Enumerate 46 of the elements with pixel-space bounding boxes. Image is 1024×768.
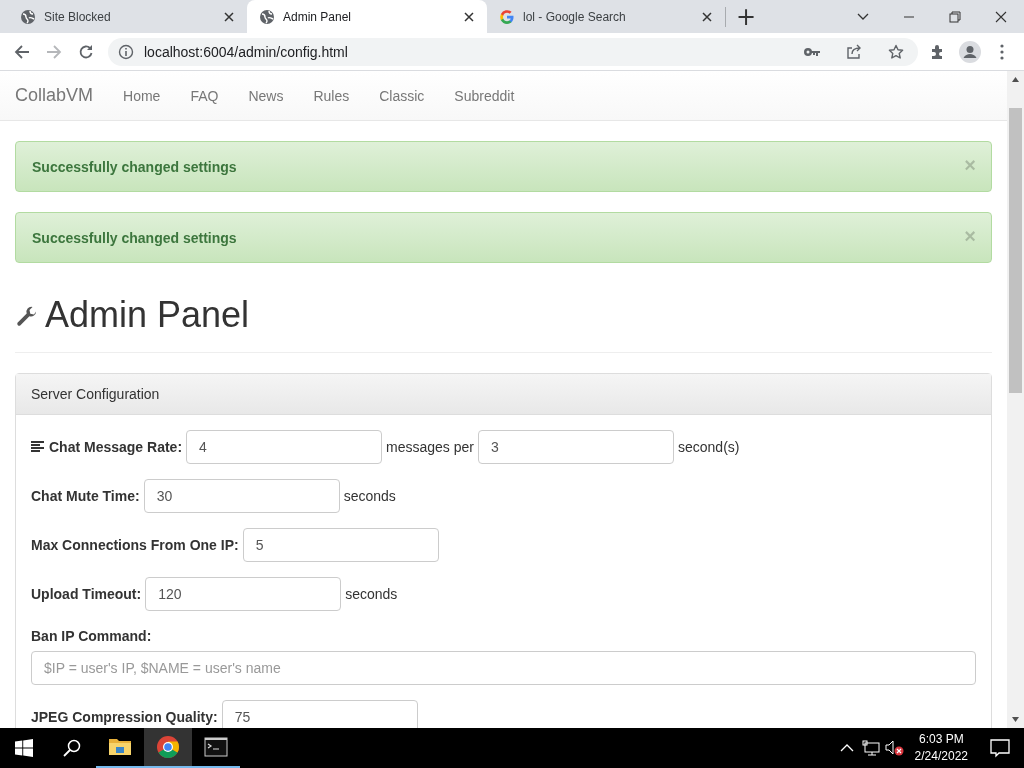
field-label: Ban IP Command: xyxy=(31,627,152,646)
nav-link[interactable]: Classic xyxy=(364,85,440,106)
input-field[interactable]: 5 xyxy=(242,528,439,562)
browser-tab[interactable]: lol - Google Search xyxy=(487,0,725,33)
nav-link[interactable]: FAQ xyxy=(175,85,234,106)
clock-date[interactable]: 2/24/2022 xyxy=(914,748,968,765)
address-bar[interactable]: localhost:6004/admin/config.html xyxy=(108,37,918,66)
input-field[interactable]: 120 xyxy=(145,577,342,611)
brand-link[interactable]: CollabVM xyxy=(15,85,94,106)
globe-icon xyxy=(259,8,275,25)
nav-link[interactable]: News xyxy=(233,85,299,106)
scrollbar[interactable] xyxy=(1007,71,1024,728)
scroll-thumb[interactable] xyxy=(1009,108,1022,393)
unit-label: seconds xyxy=(343,488,396,504)
browser-tab[interactable]: Site Blocked xyxy=(0,0,247,33)
clock-time[interactable]: 6:03 PM xyxy=(918,731,964,748)
field-label: Max Connections From One IP: xyxy=(31,536,239,555)
nav-link[interactable]: Subreddit xyxy=(439,85,530,106)
chrome-icon[interactable] xyxy=(144,728,192,768)
input-field[interactable]: 75 xyxy=(221,700,418,728)
globe-icon xyxy=(20,8,36,25)
wrench-icon xyxy=(15,305,39,329)
info-icon[interactable] xyxy=(118,43,134,60)
unit-label: seconds xyxy=(345,586,398,602)
input-field[interactable]: $IP = user's IP, $NAME = user's name xyxy=(31,651,976,685)
field-label: Upload Timeout: xyxy=(31,585,142,604)
input-field[interactable]: 4 xyxy=(186,430,383,464)
scroll-down-arrow-icon[interactable] xyxy=(1012,717,1019,722)
browser-tab[interactable]: Admin Panel xyxy=(247,0,487,33)
scroll-up-arrow-icon[interactable] xyxy=(1012,77,1019,82)
alert-message: Successfully changed settings xyxy=(32,229,238,246)
field-label: Chat Mute Time: xyxy=(31,487,140,506)
page-title: Admin Panel xyxy=(45,295,250,335)
field-label: JPEG Compression Quality: xyxy=(31,708,218,727)
unit-label: messages per xyxy=(386,439,474,455)
unit-label: second(s) xyxy=(678,439,740,455)
nav-link[interactable]: Home xyxy=(108,85,176,106)
input-field[interactable]: 30 xyxy=(143,479,340,513)
input-field[interactable]: 3 xyxy=(478,430,674,464)
google-logo-icon xyxy=(499,8,515,25)
nav-link[interactable]: Rules xyxy=(298,85,365,106)
align-left-icon xyxy=(31,441,44,453)
panel-title: Server Configuration xyxy=(31,386,160,402)
field-label: Chat Message Rate: xyxy=(49,438,183,457)
new-tab-button[interactable]: + xyxy=(726,0,766,33)
alert-message: Successfully changed settings xyxy=(32,158,238,175)
